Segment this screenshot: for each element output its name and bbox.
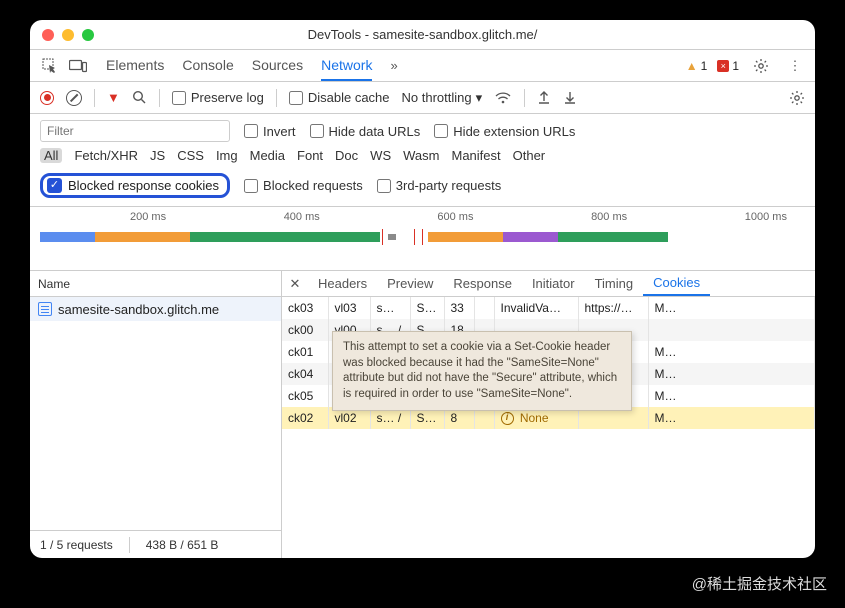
filter-row: Invert Hide data URLs Hide extension URL… [30,114,815,144]
tab-preview[interactable]: Preview [377,271,443,296]
type-font[interactable]: Font [297,148,323,163]
more-tabs-icon[interactable]: » [390,58,397,73]
throttling-select[interactable]: No throttling ▾ [402,90,483,106]
filter-funnel-icon[interactable]: ▼ [107,90,120,105]
status-bytes: 438 B / 651 B [146,538,219,552]
chevron-down-icon: ▾ [476,90,483,106]
tab-sources[interactable]: Sources [252,51,303,81]
cookie-row[interactable]: ck03vl03s…S…33InvalidVa…https://…M… [282,297,815,319]
separator [276,89,277,107]
warning-icon: ▲ [686,59,698,73]
network-settings-icon[interactable] [789,90,805,106]
tab-headers[interactable]: Headers [308,271,377,296]
status-requests: 1 / 5 requests [40,538,113,552]
info-icon [501,412,514,425]
timeline-ticks: 200 ms 400 ms 600 ms 800 ms 1000 ms [30,211,815,223]
warning-badge[interactable]: ▲1 [686,59,708,73]
type-ws[interactable]: WS [370,148,391,163]
hide-extension-urls-checkbox[interactable]: Hide extension URLs [434,124,575,139]
requests-pane: Name samesite-sandbox.glitch.me 1 / 5 re… [30,271,282,558]
type-img[interactable]: Img [216,148,238,163]
tabs-right-cluster: ▲1 ×1 ⋮ [686,54,807,78]
download-har-icon[interactable] [563,90,577,105]
timeline-bar [388,234,396,240]
timeline-bar [558,232,668,242]
blocked-cookie-tooltip: This attempt to set a cookie via a Set-C… [332,331,632,411]
timeline-bar [190,232,380,242]
type-wasm[interactable]: Wasm [403,148,439,163]
hide-data-urls-checkbox[interactable]: Hide data URLs [310,124,421,139]
devtools-window: DevTools - samesite-sandbox.glitch.me/ E… [30,20,815,558]
type-media[interactable]: Media [250,148,285,163]
timeline-bar [428,232,503,242]
blocked-requests-checkbox[interactable]: Blocked requests [244,178,363,193]
network-conditions-icon[interactable] [494,91,512,105]
blocked-response-cookies-checkbox[interactable]: Blocked response cookies [40,173,230,198]
separator [524,89,525,107]
cookies-table-container: ck03vl03s…S…33InvalidVa…https://…M…ck00v… [282,297,815,558]
details-tabs: ✕ Headers Preview Response Initiator Tim… [282,271,815,297]
tab-elements[interactable]: Elements [106,51,164,81]
request-row[interactable]: samesite-sandbox.glitch.me [30,297,281,321]
kebab-menu-icon[interactable]: ⋮ [783,54,807,78]
error-icon: × [717,60,729,72]
device-toggle-icon[interactable] [66,54,90,78]
record-icon[interactable] [40,91,54,105]
type-css[interactable]: CSS [177,148,204,163]
main-tabs: Elements Console Sources Network [106,51,372,81]
timeline-cursor [414,229,415,245]
type-other[interactable]: Other [513,148,546,163]
main-split: Name samesite-sandbox.glitch.me 1 / 5 re… [30,271,815,558]
timeline-cursor [382,229,383,245]
separator [94,89,95,107]
timeline-bars [30,229,815,245]
search-icon[interactable] [132,90,147,105]
type-doc[interactable]: Doc [335,148,358,163]
tab-initiator[interactable]: Initiator [522,271,585,296]
watermark: @稀土掘金技术社区 [692,573,827,594]
requests-column-header[interactable]: Name [30,271,281,297]
titlebar: DevTools - samesite-sandbox.glitch.me/ [30,20,815,50]
timeline-overview[interactable]: 200 ms 400 ms 600 ms 800 ms 1000 ms [30,207,815,271]
separator [159,89,160,107]
tab-timing[interactable]: Timing [585,271,644,296]
type-all[interactable]: All [40,148,62,163]
timeline-bar [503,232,558,242]
preserve-log-checkbox[interactable]: Preserve log [172,90,264,105]
timeline-bar [40,232,95,242]
type-fetch-xhr[interactable]: Fetch/XHR [74,148,138,163]
timeline-cursor [422,229,423,245]
status-bar: 1 / 5 requests 438 B / 651 B [30,530,281,558]
tab-cookies[interactable]: Cookies [643,271,710,296]
type-manifest[interactable]: Manifest [451,148,500,163]
tab-console[interactable]: Console [182,51,233,81]
checkbox-checked-icon [47,178,62,193]
tab-network[interactable]: Network [321,51,372,81]
type-js[interactable]: JS [150,148,165,163]
invert-checkbox[interactable]: Invert [244,124,296,139]
disable-cache-checkbox[interactable]: Disable cache [289,90,390,105]
tab-response[interactable]: Response [443,271,522,296]
close-details-icon[interactable]: ✕ [282,276,308,292]
error-badge[interactable]: ×1 [717,59,739,73]
settings-gear-icon[interactable] [749,54,773,78]
third-party-requests-checkbox[interactable]: 3rd-party requests [377,178,502,193]
timeline-bar [95,232,190,242]
clear-icon[interactable] [66,90,82,106]
resource-type-filters: All Fetch/XHR JS CSS Img Media Font Doc … [30,144,815,169]
request-name: samesite-sandbox.glitch.me [58,302,219,317]
upload-har-icon[interactable] [537,90,551,105]
details-pane: ✕ Headers Preview Response Initiator Tim… [282,271,815,558]
filter-input[interactable] [40,120,230,142]
window-title: DevTools - samesite-sandbox.glitch.me/ [30,27,815,42]
network-toolbar: ▼ Preserve log Disable cache No throttli… [30,82,815,114]
inspect-icon[interactable] [38,54,62,78]
blocked-filters-row: Blocked response cookies Blocked request… [30,169,815,207]
document-icon [38,302,52,316]
main-tabs-row: Elements Console Sources Network » ▲1 ×1… [30,50,815,82]
